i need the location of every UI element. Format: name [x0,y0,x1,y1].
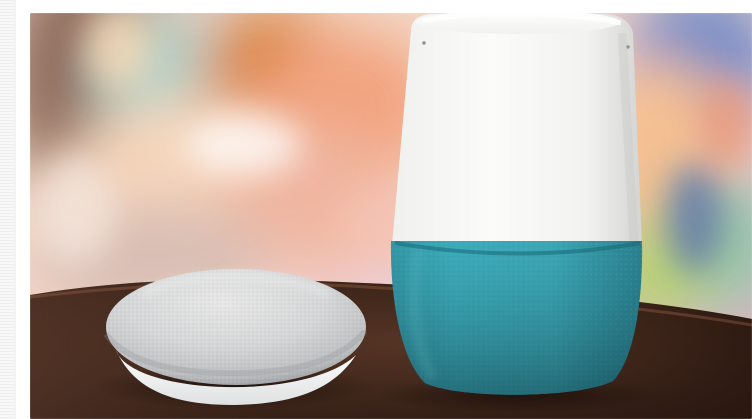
tall-speaker-white-top [392,14,642,245]
mini-speaker-fabric-texture [106,269,366,385]
left-page-strip [0,0,16,419]
speaker-photo-svg [30,13,752,419]
image-page [0,0,752,419]
speaker-mic-dot-left [422,41,426,45]
tall-smart-speaker [390,13,643,395]
product-photo [30,13,752,419]
